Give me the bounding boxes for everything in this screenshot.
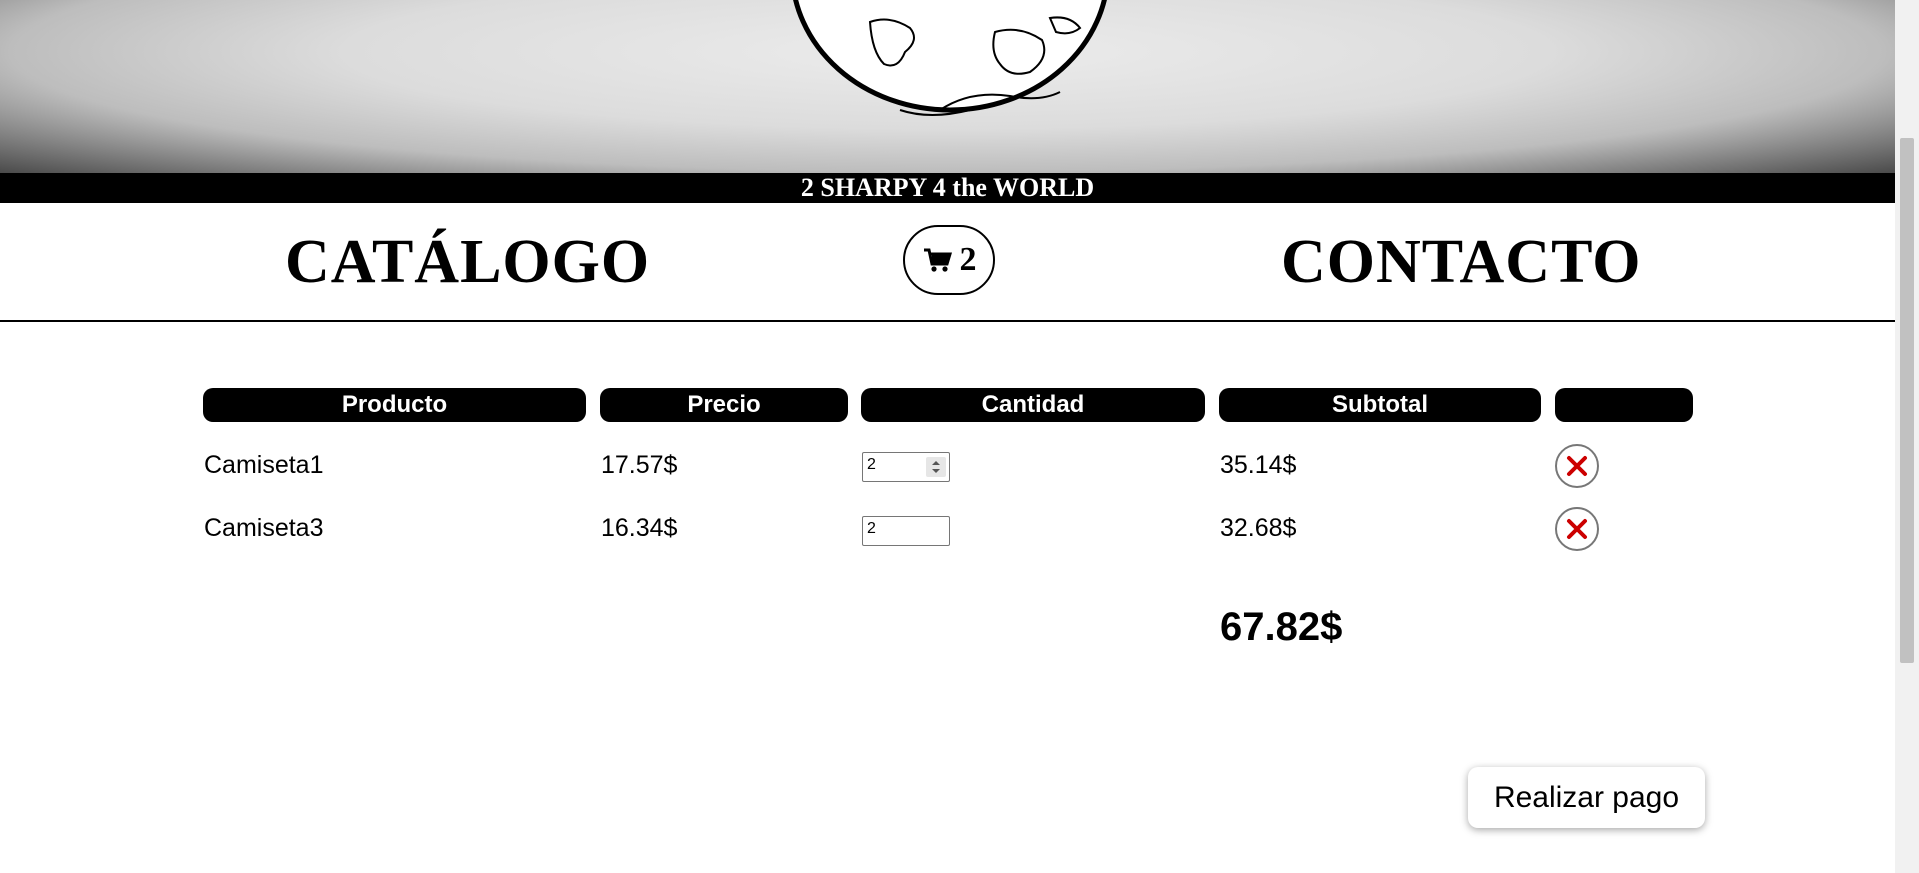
header-price: Precio bbox=[600, 388, 848, 422]
cart-button[interactable]: 2 bbox=[903, 225, 995, 295]
globe-logo[interactable] bbox=[780, 0, 1120, 150]
cart-count: 2 bbox=[959, 241, 977, 278]
product-price: 16.34$ bbox=[601, 514, 678, 542]
vertical-scrollbar[interactable] bbox=[1895, 0, 1919, 873]
cart-total: 67.82$ bbox=[1220, 605, 1343, 649]
main-nav: CATÁLOGO 2 CONTACTO bbox=[0, 203, 1895, 322]
quantity-value: 2 bbox=[867, 520, 876, 537]
remove-item-button[interactable] bbox=[1555, 507, 1599, 551]
product-subtotal: 35.14$ bbox=[1220, 451, 1297, 479]
remove-item-button[interactable] bbox=[1555, 444, 1599, 488]
close-icon bbox=[1567, 456, 1587, 476]
product-name: Camiseta1 bbox=[204, 451, 324, 479]
product-subtotal: 32.68$ bbox=[1220, 514, 1297, 542]
product-name: Camiseta3 bbox=[204, 514, 324, 542]
quantity-value: 2 bbox=[867, 456, 876, 473]
header-banner bbox=[0, 0, 1895, 173]
cart-icon bbox=[923, 248, 952, 272]
close-icon bbox=[1567, 519, 1587, 539]
scrollbar-thumb[interactable] bbox=[1900, 138, 1914, 663]
quantity-stepper[interactable]: 2 bbox=[862, 516, 950, 546]
tagline-text: 2 SHARPY 4 the WORLD bbox=[800, 173, 1095, 202]
nav-contact-link[interactable]: CONTACTO bbox=[1281, 227, 1642, 298]
stepper-arrows-icon[interactable] bbox=[926, 457, 946, 477]
tagline-bar: 2 SHARPY 4 the WORLD bbox=[0, 173, 1895, 203]
checkout-button[interactable]: Realizar pago bbox=[1468, 767, 1705, 828]
header-product: Producto bbox=[203, 388, 586, 422]
quantity-stepper[interactable]: 2 bbox=[862, 452, 950, 482]
nav-catalog-link[interactable]: CATÁLOGO bbox=[285, 227, 650, 298]
product-price: 17.57$ bbox=[601, 451, 678, 479]
page: 2 SHARPY 4 the WORLD CATÁLOGO 2 CONTACTO… bbox=[0, 0, 1919, 873]
header-actions bbox=[1555, 388, 1693, 422]
header-quantity: Cantidad bbox=[861, 388, 1205, 422]
header-subtotal: Subtotal bbox=[1219, 388, 1541, 422]
